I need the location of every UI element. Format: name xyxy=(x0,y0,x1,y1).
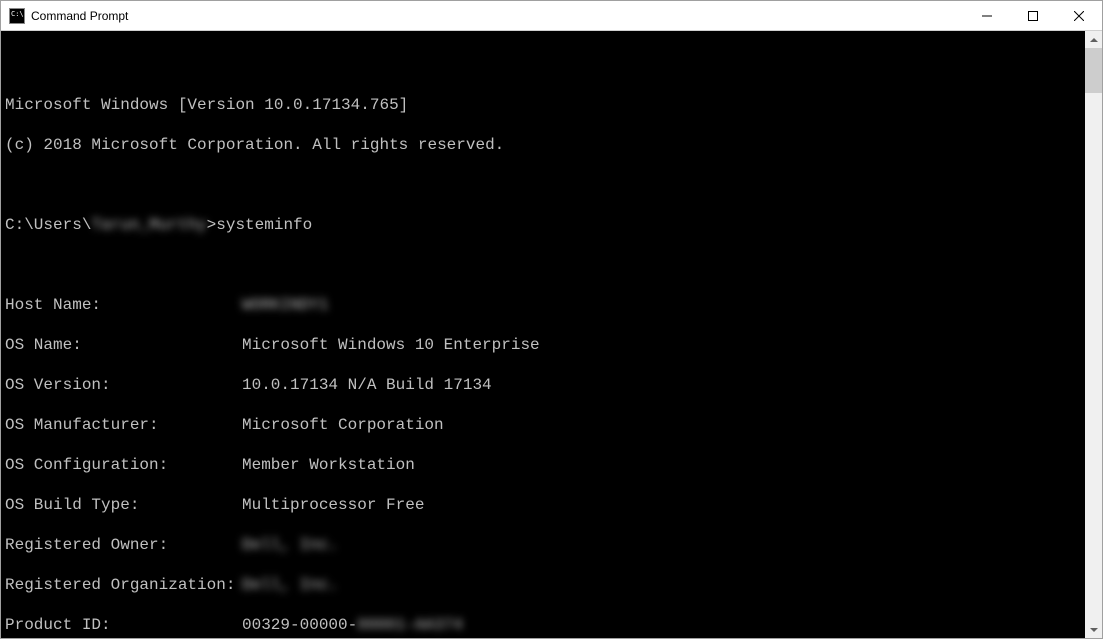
row-host-name: Host Name:WORKINDY1 xyxy=(5,295,1085,315)
minimize-button[interactable] xyxy=(964,1,1010,31)
scrollbar[interactable] xyxy=(1085,31,1102,638)
row-product-id: Product ID:00329-00000-00001-AA374 xyxy=(5,615,1085,635)
row-os-configuration: OS Configuration:Member Workstation xyxy=(5,455,1085,475)
scroll-up-button[interactable] xyxy=(1085,31,1102,48)
blank-line xyxy=(5,175,1085,195)
window-title: Command Prompt xyxy=(31,9,964,23)
redacted-owner: Dell, Inc. xyxy=(242,535,338,555)
redacted-hostname: WORKINDY1 xyxy=(242,295,328,315)
scroll-track[interactable] xyxy=(1085,93,1102,621)
row-registered-org: Registered Organization:Dell, Inc. xyxy=(5,575,1085,595)
row-os-build-type: OS Build Type:Multiprocessor Free xyxy=(5,495,1085,515)
cmd-icon xyxy=(9,8,25,24)
titlebar[interactable]: Command Prompt xyxy=(1,1,1102,31)
close-button[interactable] xyxy=(1056,1,1102,31)
scroll-down-button[interactable] xyxy=(1085,621,1102,638)
maximize-button[interactable] xyxy=(1010,1,1056,31)
scroll-thumb[interactable] xyxy=(1085,48,1102,93)
copyright-line: (c) 2018 Microsoft Corporation. All righ… xyxy=(5,135,1085,155)
redacted-org: Dell, Inc. xyxy=(242,575,338,595)
console-area[interactable]: Microsoft Windows [Version 10.0.17134.76… xyxy=(1,31,1102,638)
redacted-username: Tarun_Murthy xyxy=(91,215,206,235)
header-line: Microsoft Windows [Version 10.0.17134.76… xyxy=(5,95,1085,115)
row-registered-owner: Registered Owner:Dell, Inc. xyxy=(5,535,1085,555)
console-output: Microsoft Windows [Version 10.0.17134.76… xyxy=(1,71,1085,638)
row-os-name: OS Name:Microsoft Windows 10 Enterprise xyxy=(5,335,1085,355)
redacted-product-id: 00001-AA374 xyxy=(357,615,463,635)
row-os-version: OS Version:10.0.17134 N/A Build 17134 xyxy=(5,375,1085,395)
row-os-manufacturer: OS Manufacturer:Microsoft Corporation xyxy=(5,415,1085,435)
blank-line xyxy=(5,255,1085,275)
prompt-line: C:\Users\Tarun_Murthy>systeminfo xyxy=(5,215,1085,235)
